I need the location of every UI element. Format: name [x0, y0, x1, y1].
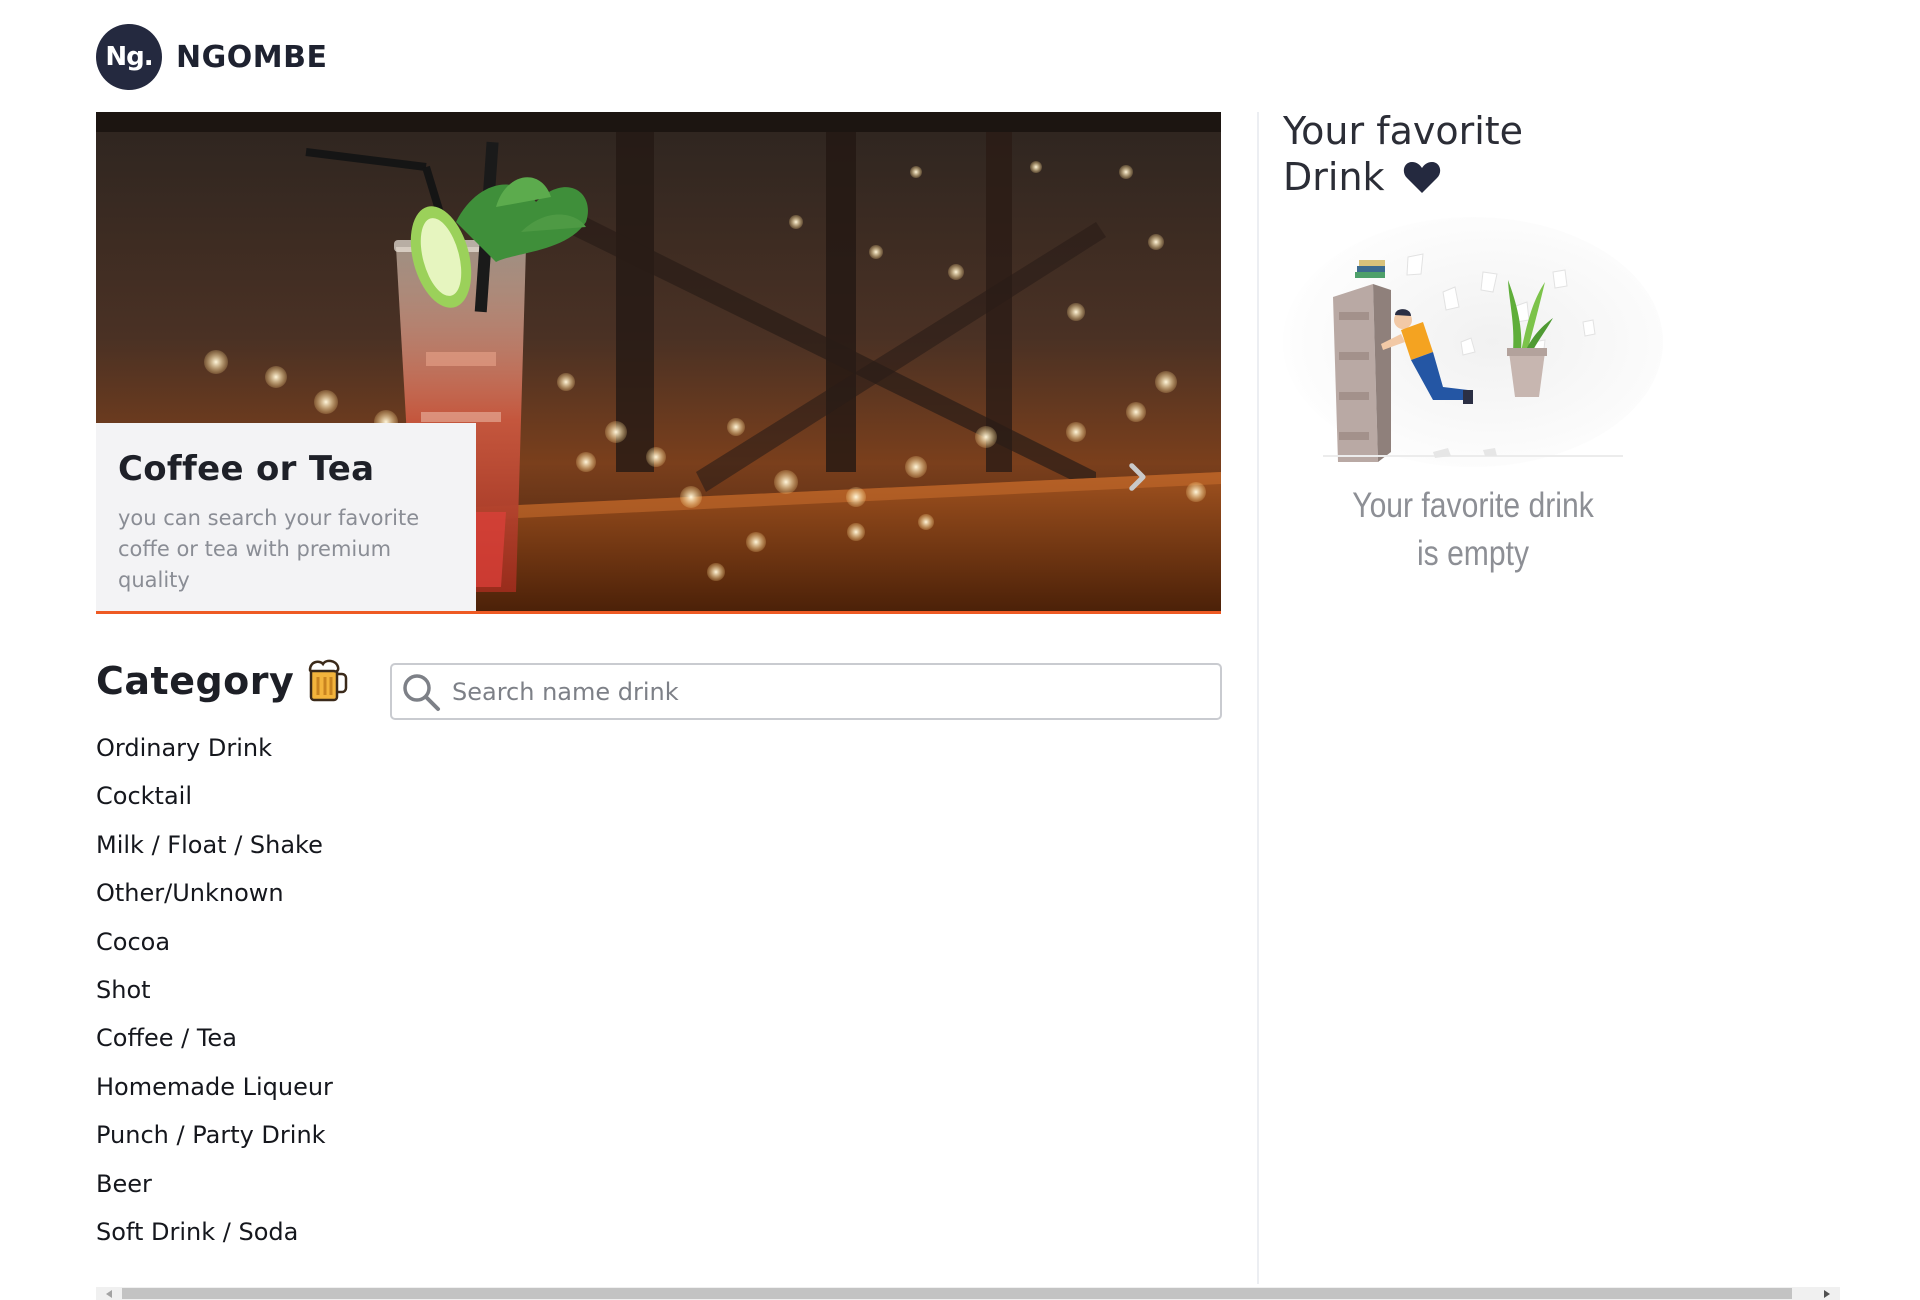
hero-carousel: Coffee or Tea you can search your favori… [96, 112, 1221, 614]
carousel-next-button[interactable] [1106, 447, 1166, 507]
favorites-title-line2: Drink [1283, 155, 1385, 199]
scrollbar-thumb[interactable] [122, 1288, 1792, 1299]
category-item-shot[interactable]: Shot [96, 970, 333, 1018]
scroll-left-button[interactable] [96, 1287, 122, 1300]
category-item-coffee-tea[interactable]: Coffee / Tea [96, 1018, 333, 1066]
category-title: Category [96, 659, 295, 703]
caption-text: you can search your favorite coffe or te… [118, 506, 420, 592]
category-item-punch-party-drink[interactable]: Punch / Party Drink [96, 1115, 333, 1163]
horizontal-scrollbar[interactable] [96, 1287, 1840, 1300]
search-input[interactable] [452, 677, 1212, 706]
brand-name[interactable]: NGOMBE [176, 40, 327, 75]
search-icon [403, 673, 440, 711]
category-item-beer[interactable]: Beer [96, 1164, 333, 1212]
triangle-right-icon [1824, 1289, 1830, 1298]
chevron-right-icon [1129, 463, 1146, 491]
empty-favorites-message: Your favorite drink is empty [1310, 482, 1637, 578]
heart-icon [1403, 162, 1440, 193]
empty-favorites-illustration [1283, 217, 1663, 467]
category-list: Ordinary Drink Cocktail Milk / Float / S… [96, 728, 333, 1260]
caption-title: Coffee or Tea [118, 449, 375, 489]
category-item-other-unknown[interactable]: Other/Unknown [96, 873, 333, 921]
empty-message-line1: Your favorite drink [1352, 486, 1594, 525]
category-item-cocktail[interactable]: Cocktail [96, 776, 333, 824]
empty-message-line2: is empty [1416, 534, 1530, 573]
triangle-left-icon [106, 1289, 112, 1298]
category-item-homemade-liqueur[interactable]: Homemade Liqueur [96, 1067, 333, 1115]
search-box[interactable] [390, 663, 1222, 720]
category-item-cocoa[interactable]: Cocoa [96, 922, 333, 970]
category-item-ordinary-drink[interactable]: Ordinary Drink [96, 728, 333, 776]
favorites-title-line1: Your favorite [1283, 109, 1524, 153]
category-header: Category [96, 658, 348, 704]
beer-mug-icon [309, 659, 348, 702]
category-item-milk-float-shake[interactable]: Milk / Float / Shake [96, 825, 333, 873]
carousel-caption: Coffee or Tea you can search your favori… [96, 423, 476, 611]
scroll-right-button[interactable] [1814, 1287, 1840, 1300]
brand[interactable]: Ng. NGOMBE [96, 24, 327, 90]
brand-logo[interactable]: Ng. [96, 24, 162, 90]
category-item-soft-drink-soda[interactable]: Soft Drink / Soda [96, 1212, 333, 1260]
column-divider [1257, 112, 1259, 1284]
favorites-title: Your favorite Drink [1283, 108, 1603, 200]
